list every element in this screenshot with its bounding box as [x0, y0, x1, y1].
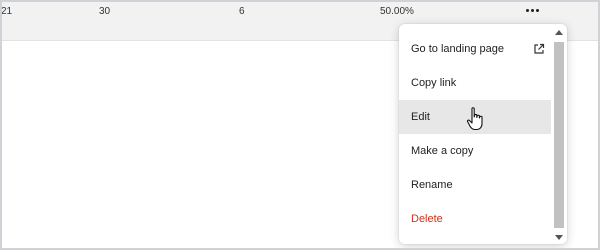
menu-item-label: Copy link [411, 77, 457, 89]
external-link-icon [534, 43, 545, 54]
table-cell-1: 21 [1, 6, 13, 17]
more-horizontal-icon [525, 8, 529, 12]
menu-item-label: Go to landing page [411, 43, 504, 55]
table-cell-4: 50.00% [380, 6, 414, 17]
menu-item-label: Delete [411, 213, 443, 225]
menu-scrollbar[interactable] [553, 30, 565, 240]
menu-item-label: Rename [411, 179, 453, 191]
context-menu: Go to landing page Copy link Edit Make a… [399, 24, 567, 244]
menu-item-make-a-copy[interactable]: Make a copy [399, 134, 551, 168]
table-cell-2: 30 [99, 6, 111, 17]
menu-item-label: Edit [411, 111, 430, 123]
scroll-down-arrow-icon[interactable] [555, 235, 563, 240]
scrollbar-thumb[interactable] [554, 42, 564, 228]
hand-pointer-icon [466, 107, 483, 131]
window-frame: 21 30 6 50.00% Go to landing page Copy l… [0, 0, 600, 250]
more-horizontal-icon-dot [535, 8, 539, 12]
menu-item-rename[interactable]: Rename [399, 168, 551, 202]
menu-item-copy-link[interactable]: Copy link [399, 66, 551, 100]
menu-item-label: Make a copy [411, 145, 474, 157]
scroll-up-arrow-icon[interactable] [555, 30, 563, 35]
more-horizontal-icon-dot [530, 8, 534, 12]
context-menu-list: Go to landing page Copy link Edit Make a… [399, 32, 551, 236]
menu-item-go-to-landing-page[interactable]: Go to landing page [399, 32, 551, 66]
menu-item-delete[interactable]: Delete [399, 202, 551, 236]
table-cell-3: 6 [239, 6, 245, 17]
more-options-button[interactable] [521, 2, 543, 18]
